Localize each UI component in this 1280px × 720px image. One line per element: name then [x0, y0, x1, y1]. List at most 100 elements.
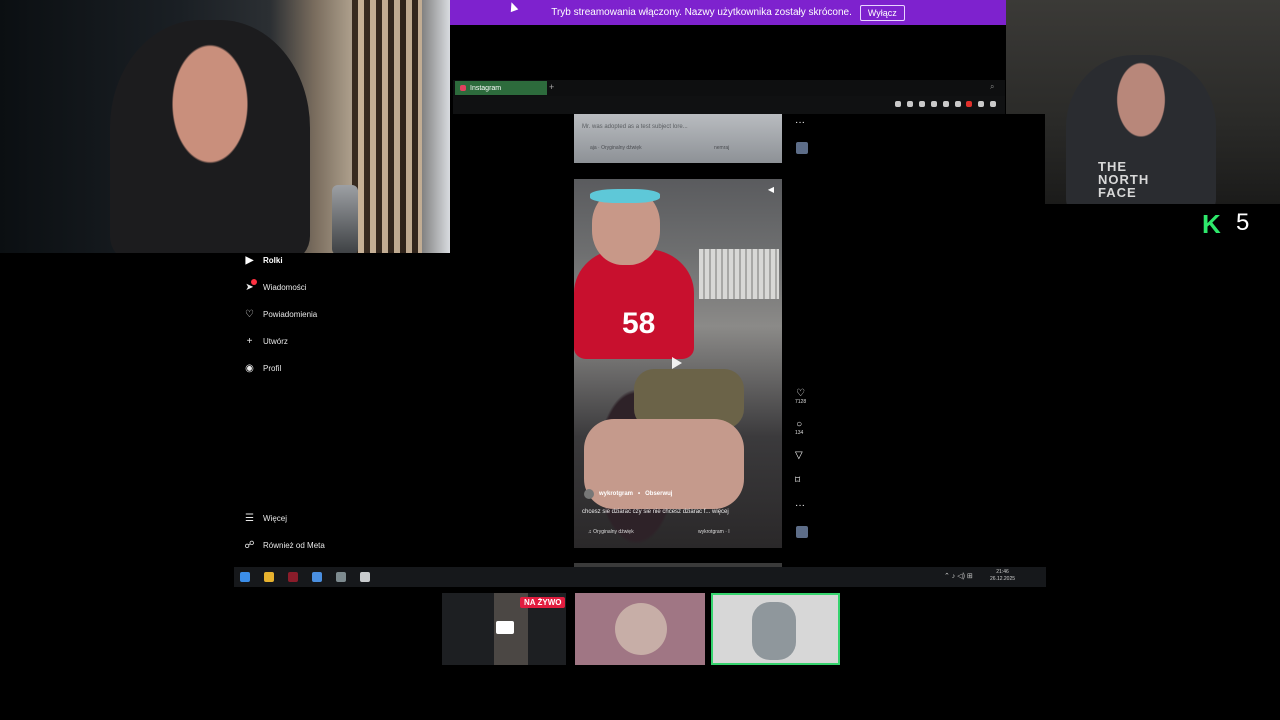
tab-label: Instagram: [470, 84, 502, 92]
plus-icon: +: [246, 336, 253, 347]
banner-text: Tryb streamowania włączony. Nazwy użytko…: [551, 7, 852, 18]
phone-frame-avatar: [752, 602, 796, 660]
streaming-mode-banner: Tryb streamowania włączony. Nazwy użytko…: [450, 0, 1006, 25]
reel-owner[interactable]: wykrotgram • Obserwuj: [584, 489, 672, 499]
reel-video[interactable]: 58 ◀ wykrotgram • Obserwuj chcesz sie dz…: [574, 179, 782, 548]
sidebar-item-also-from-meta[interactable]: ☍ Również od Meta: [244, 540, 325, 551]
bandana: [590, 189, 660, 203]
previous-reel-audio[interactable]: aja · Oryginalny dźwięk: [590, 145, 642, 151]
previous-reel-follow[interactable]: nemraj: [714, 145, 729, 151]
clock-time: 21:46: [996, 569, 1009, 575]
live-badge: NA ŻYWO: [520, 597, 566, 608]
sidebar-item-label: Wiadomości: [263, 283, 307, 292]
reels-icon: ▶: [245, 255, 254, 266]
more-options-icon[interactable]: ···: [795, 117, 805, 128]
instagram-sidebar: ▶ Rolki ➤ Wiadomości ♡ Powiadomienia + U…: [234, 253, 352, 567]
comment-button[interactable]: ○ 134: [795, 419, 803, 436]
disable-streaming-button[interactable]: Wyłącz: [859, 4, 905, 21]
clock-date: 26.12.2025: [990, 576, 1016, 582]
follow-button[interactable]: Obserwuj: [645, 491, 672, 497]
sidebar-item-create[interactable]: + Utwórz: [244, 336, 288, 347]
share-button[interactable]: ▽: [795, 450, 803, 461]
new-tab-button[interactable]: +: [549, 82, 554, 92]
stream-thumbnail-2[interactable]: [575, 593, 705, 665]
previous-reel-caption: Mr. was adopted as a test subject lore..…: [582, 124, 688, 130]
sidebar-item-messages[interactable]: ➤ Wiadomości: [244, 279, 307, 293]
more-button[interactable]: ···: [795, 500, 805, 511]
windows-taskbar: [234, 567, 1046, 587]
sidebar-item-label: Powiadomienia: [263, 310, 318, 319]
sidebar-item-label: Więcej: [263, 514, 288, 523]
extension-icon[interactable]: [978, 101, 984, 107]
extension-icon[interactable]: [943, 101, 949, 107]
sidebar-item-label: Utwórz: [263, 337, 288, 346]
extension-icon[interactable]: [931, 101, 937, 107]
chrome-icon[interactable]: [312, 572, 322, 582]
shirt-logo-text: THE NORTH FACE: [1098, 159, 1150, 200]
mute-icon[interactable]: ◀: [768, 185, 774, 194]
instagram-favicon-icon: [460, 85, 466, 91]
comment-icon: ○: [796, 419, 803, 430]
wall-stripes: [352, 0, 422, 253]
browser-icon[interactable]: [288, 572, 298, 582]
sidebar-item-label: Rolki: [263, 256, 283, 265]
reel-audio[interactable]: ♫ Oryginalny dźwięk: [588, 529, 634, 535]
like-count: 7128: [795, 399, 807, 405]
avatar[interactable]: [584, 489, 594, 499]
extension-icon[interactable]: [990, 101, 996, 107]
sidebar-item-label: Również od Meta: [263, 541, 325, 550]
sidebar-item-reels[interactable]: ▶ Rolki: [244, 255, 283, 266]
meta-icon: ☍: [244, 540, 255, 551]
extension-icon[interactable]: [955, 101, 961, 107]
reel-audio-owner[interactable]: wykrotgram · I: [698, 529, 730, 535]
folder-icon[interactable]: [264, 572, 274, 582]
webcam-right: THE NORTH FACE: [1006, 0, 1280, 204]
taskbar-clock[interactable]: 21:46 26.12.2025: [990, 569, 1015, 583]
separator: •: [638, 491, 641, 497]
app-icon[interactable]: [336, 572, 346, 582]
extension-icon[interactable]: [907, 101, 913, 107]
heart-icon: ♡: [245, 309, 254, 320]
shield-icon[interactable]: [919, 101, 925, 107]
tab-search-icon[interactable]: ⌕: [990, 82, 994, 92]
play-icon[interactable]: [672, 357, 682, 369]
save-button[interactable]: ⌑: [795, 475, 800, 486]
reel-username[interactable]: wykrotgram: [599, 491, 633, 497]
sidebar-item-notifications[interactable]: ♡ Powiadomienia: [244, 309, 317, 320]
channel-logo-number: 5: [1236, 209, 1250, 236]
comment-count: 134: [795, 430, 804, 436]
jersey-number: 58: [622, 307, 656, 340]
avatar-icon: ◉: [245, 363, 254, 374]
extension-icon[interactable]: [895, 101, 901, 107]
messenger-icon: ➤: [244, 279, 257, 293]
unread-badge: [251, 279, 257, 285]
system-tray[interactable]: ⌃ ♪ ◁) ⊞: [944, 572, 973, 580]
send-icon: ▽: [795, 450, 803, 461]
screen-share-icon: [496, 621, 514, 634]
reel-audio-label: Oryginalny dźwięk: [593, 529, 634, 535]
jersey: 58: [574, 249, 694, 359]
start-icon[interactable]: [240, 572, 250, 582]
like-button[interactable]: ♡ 7128: [795, 388, 806, 405]
sidebar-item-label: Profil: [263, 364, 282, 373]
bookmark-icon: ⌑: [795, 475, 801, 486]
streamer-left: [110, 20, 310, 253]
webcam-left: [0, 0, 450, 253]
radiator: [699, 249, 779, 299]
reel-description[interactable]: chcesz sie dziarac czy sie nie chcesz dz…: [582, 509, 729, 515]
heart-icon: ♡: [796, 388, 806, 399]
previous-reel[interactable]: Mr. was adopted as a test subject lore..…: [574, 114, 782, 163]
participant-face: [615, 603, 667, 655]
audio-thumbnail[interactable]: [796, 142, 808, 154]
audio-thumbnail[interactable]: [796, 526, 808, 538]
channel-logo-k: K: [1202, 209, 1221, 239]
app-icon[interactable]: [360, 572, 370, 582]
menu-icon: ☰: [245, 513, 254, 524]
tab-instagram[interactable]: Instagram: [455, 81, 547, 95]
microphone: [332, 185, 358, 253]
record-icon[interactable]: [966, 101, 972, 107]
more-icon: ···: [795, 500, 805, 511]
sidebar-item-more[interactable]: ☰ Więcej: [244, 513, 287, 524]
sidebar-item-profile[interactable]: ◉ Profil: [244, 363, 281, 374]
top-black-area: [450, 25, 1006, 80]
